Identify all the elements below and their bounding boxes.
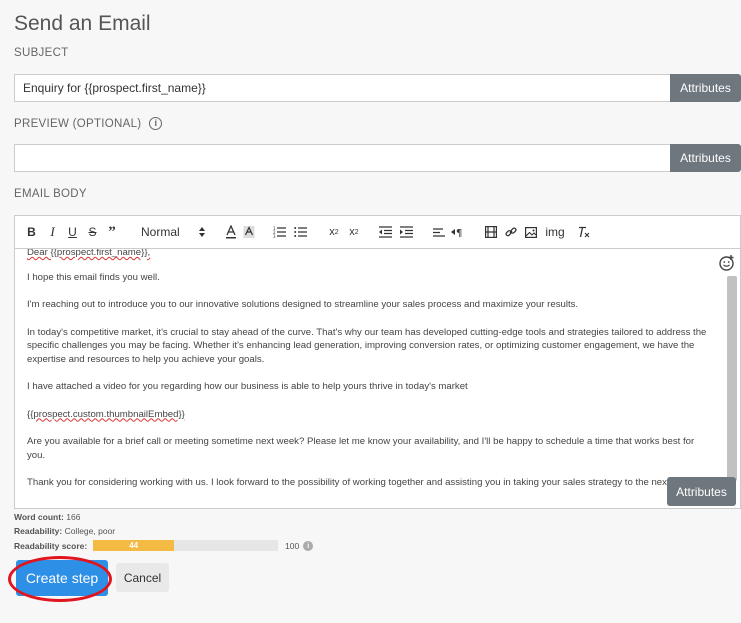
body-paragraph: In today's competitive market, it's cruc… — [27, 326, 707, 365]
readability-value: College, poor — [64, 526, 116, 536]
page-title: Send an Email — [14, 12, 151, 35]
underline-icon[interactable]: U — [66, 222, 79, 242]
svg-text:¶: ¶ — [456, 228, 462, 238]
preview-label: PREVIEW (OPTIONAL) i — [14, 117, 163, 130]
readability-score-label-text: Readability score: — [14, 541, 88, 551]
italic-icon[interactable]: I — [46, 222, 59, 242]
subject-input[interactable] — [14, 74, 670, 102]
body-paragraph: I have attached a video for you regardin… — [27, 381, 468, 392]
indent-icon[interactable] — [400, 222, 413, 242]
link-icon[interactable] — [505, 222, 517, 242]
superscript-icon[interactable]: x2 — [347, 222, 361, 242]
readability-score-label: Readability score: — [14, 541, 87, 551]
cancel-button[interactable]: Cancel — [116, 563, 169, 592]
preview-row: Attributes — [14, 144, 741, 172]
format-select[interactable]: Normal — [141, 222, 205, 242]
scrollbar-thumb[interactable] — [727, 276, 737, 481]
body-paragraph: I hope this email finds you well. — [27, 271, 160, 283]
clear-format-icon[interactable] — [578, 222, 590, 242]
format-select-value: Normal — [141, 225, 180, 239]
readability-score-max-value: 100 — [285, 541, 300, 551]
info-icon[interactable]: i — [303, 541, 314, 551]
text-direction-icon[interactable]: ¶ — [451, 222, 465, 242]
video-icon[interactable] — [485, 222, 497, 242]
readability-score-fill: 44 — [93, 540, 175, 551]
select-arrows-icon — [199, 227, 205, 237]
preview-label-text: PREVIEW (OPTIONAL) — [14, 117, 142, 130]
email-body-label-text: EMAIL BODY — [14, 188, 87, 200]
subject-attributes-button[interactable]: Attributes — [670, 74, 741, 102]
readability-score-max: 100 i — [285, 541, 314, 551]
body-paragraph: {{prospect.custom.thumbnailEmbed}} — [27, 408, 713, 422]
align-icon[interactable] — [433, 222, 445, 242]
bullet-list-icon[interactable] — [294, 222, 307, 242]
word-count: Word count: 166 — [14, 512, 80, 522]
ordered-list-icon[interactable]: 123 — [273, 222, 286, 242]
email-body-editor: B I U S ” Normal 123 x2 x2 ¶ img Dear {{… — [14, 215, 741, 509]
subject-label-text: SUBJECT — [14, 47, 69, 59]
blockquote-icon[interactable]: ” — [105, 222, 119, 242]
preview-input[interactable] — [14, 144, 670, 172]
create-step-button[interactable]: Create step — [16, 560, 108, 596]
image-icon[interactable] — [525, 222, 537, 242]
editor-toolbar: B I U S ” Normal 123 x2 x2 ¶ img — [15, 216, 740, 249]
bold-icon[interactable]: B — [25, 222, 38, 242]
body-paragraph: Thank you for considering working with u… — [27, 477, 695, 488]
subscript-icon[interactable]: x2 — [327, 222, 341, 242]
word-count-label: Word count: — [14, 512, 64, 522]
body-attributes-button[interactable]: Attributes — [667, 477, 736, 506]
text-color-icon[interactable] — [225, 222, 237, 242]
attribute-placeholder: {{prospect.custom.thumbnailEmbed}} — [27, 408, 185, 420]
readability-score-bar: 44 — [93, 540, 278, 551]
email-body-label: EMAIL BODY — [14, 188, 87, 200]
background-color-icon[interactable] — [243, 222, 255, 242]
readability: Readability: College, poor — [14, 526, 115, 536]
info-circle-icon[interactable]: i — [149, 117, 163, 130]
greeting-text: Dear {{prospect.first_name}}, — [27, 249, 151, 258]
svg-text:3: 3 — [273, 234, 276, 238]
greeting-line: Dear {{prospect.first_name}}, — [27, 249, 713, 260]
emoji-icon[interactable] — [718, 254, 736, 272]
strikethrough-icon[interactable]: S — [86, 222, 99, 242]
word-count-value: 166 — [66, 512, 81, 522]
subject-row: Attributes — [14, 74, 741, 102]
body-paragraph: I'm reaching out to introduce you to our… — [27, 299, 579, 310]
img-button[interactable]: img — [544, 222, 566, 242]
outdent-icon[interactable] — [379, 222, 392, 242]
editor-scrollbar[interactable] — [725, 276, 739, 481]
readability-label: Readability: — [14, 526, 63, 536]
preview-attributes-button[interactable]: Attributes — [670, 144, 741, 172]
subject-label: SUBJECT — [14, 47, 69, 59]
email-body-content[interactable]: Dear {{prospect.first_name}}, I hope thi… — [15, 249, 725, 508]
body-paragraph: Are you available for a brief call or me… — [27, 436, 695, 461]
